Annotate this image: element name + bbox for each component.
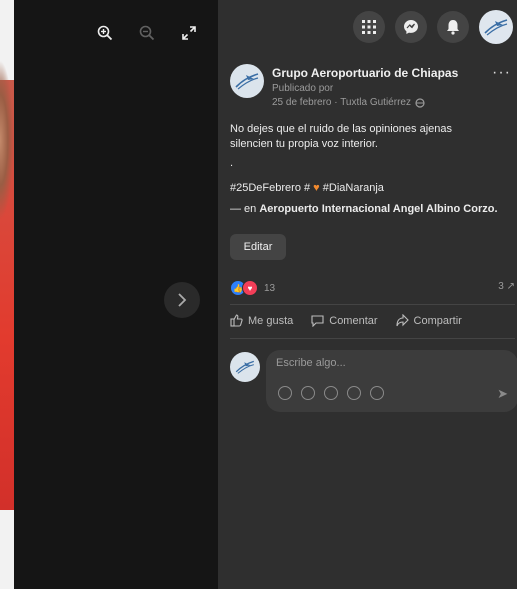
like-label: Me gusta [248, 314, 294, 327]
location-link[interactable]: Aeropuerto Internacional Angel Albino Co… [259, 203, 497, 215]
page-avatar[interactable] [230, 64, 264, 98]
post-text-line: silencien tu propia voz interior. [230, 138, 378, 150]
thumbs-up-icon [230, 314, 243, 327]
profile-avatar[interactable] [479, 10, 513, 44]
share-button[interactable]: Compartir [395, 314, 462, 327]
post-dot: . [230, 157, 234, 169]
comment-icon [311, 315, 324, 327]
post-text-line: No dejes que el ruido de las opiniones a… [230, 123, 452, 135]
airport-logo-icon [235, 73, 259, 90]
notifications-bell-icon[interactable] [437, 11, 469, 43]
love-reaction-icon: ♥ [242, 280, 258, 296]
composer-tools [278, 386, 384, 400]
top-navigation [353, 10, 517, 44]
hashtag-link[interactable]: #DiaNaranja [323, 182, 384, 194]
more-options-icon[interactable]: ··· [492, 64, 511, 82]
fullscreen-icon[interactable] [178, 22, 200, 44]
gif-icon[interactable] [347, 386, 361, 400]
reactions-summary[interactable]: 👍 ♥ 13 [230, 280, 275, 296]
messenger-icon[interactable] [395, 11, 427, 43]
comment-composer: ➤ [266, 350, 517, 412]
location-line: — en Aeropuerto Internacional Angel Albi… [230, 202, 510, 217]
send-icon[interactable]: ➤ [497, 386, 508, 402]
emoji-icon[interactable] [301, 386, 315, 400]
share-icon [395, 314, 409, 327]
audience-icon[interactable] [415, 97, 425, 108]
comment-label: Comentar [329, 314, 378, 327]
location-prefix: — en [230, 203, 257, 215]
page-name-link[interactable]: Grupo Aeroportuario de Chiapas [272, 66, 458, 80]
comment-input[interactable] [274, 356, 478, 370]
hashtag-link[interactable]: #25DeFebrero # [230, 182, 310, 194]
zoom-in-icon[interactable] [94, 22, 116, 44]
share-label: Compartir [413, 314, 462, 327]
post-actions: Me gusta Comentar Compartir [230, 314, 517, 327]
camera-icon[interactable] [324, 386, 338, 400]
edit-button[interactable]: Editar [230, 234, 286, 260]
reaction-count: 13 [264, 282, 276, 294]
zoom-out-icon[interactable] [136, 22, 158, 44]
post-date-text[interactable]: 25 de febrero · Tuxtla Gutiérrez [272, 97, 411, 108]
background-photo-edge [0, 0, 14, 589]
hashtags: #25DeFebrero # ♥ #DiaNaranja [230, 181, 510, 196]
post-date-location: 25 de febrero · Tuxtla Gutiérrez [272, 97, 425, 108]
divider [230, 338, 515, 339]
avatar-sticker-icon[interactable] [278, 386, 292, 400]
photo-viewer [14, 0, 218, 589]
airport-logo-icon [484, 19, 508, 36]
next-photo-button[interactable] [164, 282, 200, 318]
comment-button[interactable]: Comentar [311, 314, 378, 327]
commenter-avatar[interactable] [230, 352, 260, 382]
chevron-right-icon [178, 293, 187, 307]
menu-grid-icon[interactable] [353, 11, 385, 43]
published-by-label: Publicado por [272, 83, 334, 94]
post-side-panel: Grupo Aeroportuario de Chiapas ··· Publi… [218, 0, 517, 589]
like-button[interactable]: Me gusta [230, 314, 293, 327]
viewer-toolbar [94, 22, 200, 44]
post-body: No dejes que el ruido de las opiniones a… [230, 122, 510, 217]
airport-logo-icon [235, 360, 254, 374]
divider [230, 304, 515, 305]
photo-face-area [0, 60, 14, 220]
shares-count[interactable]: 3 ↗ [498, 281, 515, 292]
sticker-icon[interactable] [370, 386, 384, 400]
orange-heart-icon: ♥ [313, 182, 320, 194]
